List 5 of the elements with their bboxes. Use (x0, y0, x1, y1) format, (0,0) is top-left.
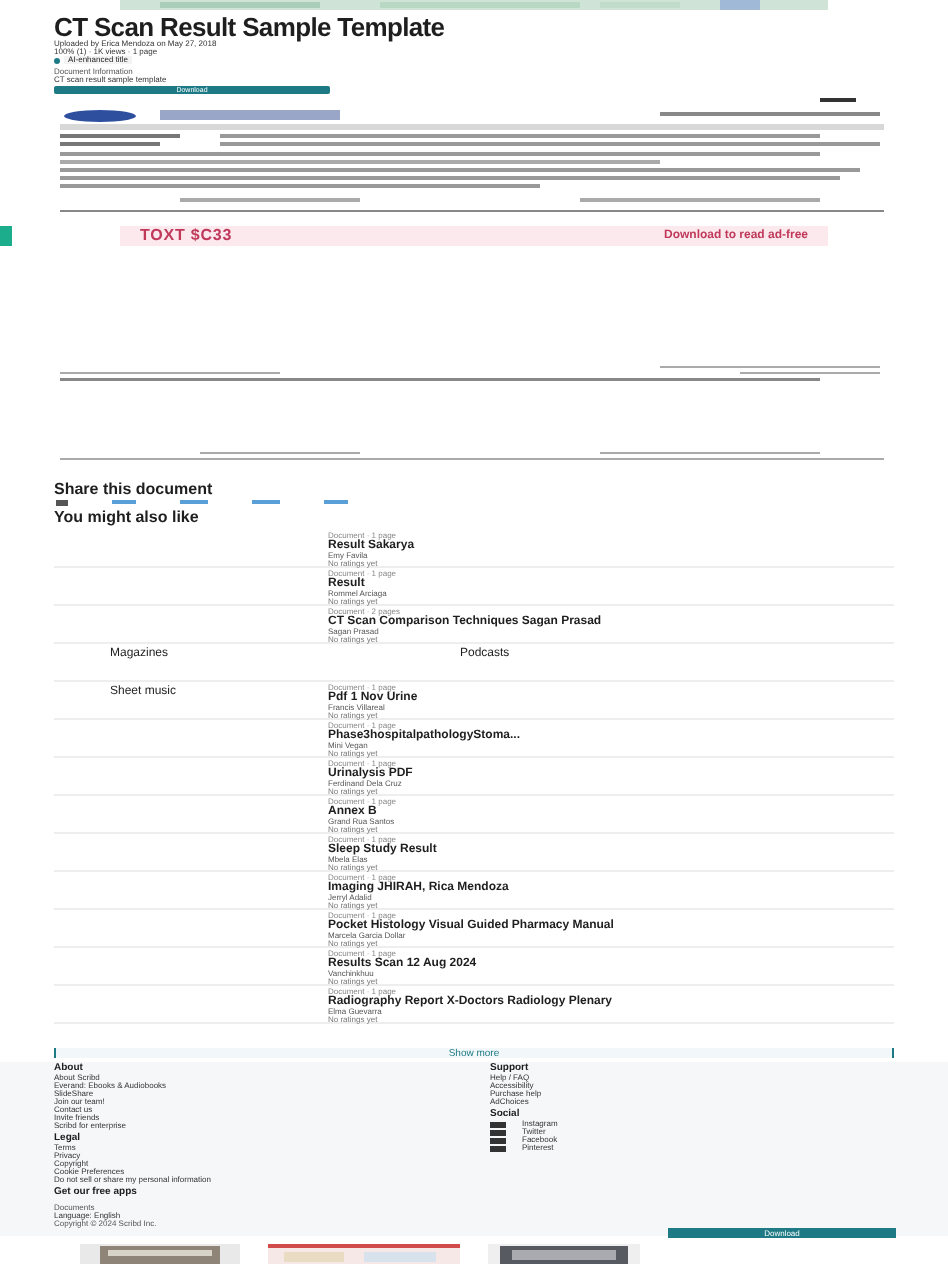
section-heading: Share this document (54, 482, 215, 498)
section-heading: You might also like (54, 510, 201, 526)
sparkle-icon (54, 57, 60, 63)
side-tab[interactable] (0, 226, 12, 246)
page-indicator (820, 98, 856, 102)
